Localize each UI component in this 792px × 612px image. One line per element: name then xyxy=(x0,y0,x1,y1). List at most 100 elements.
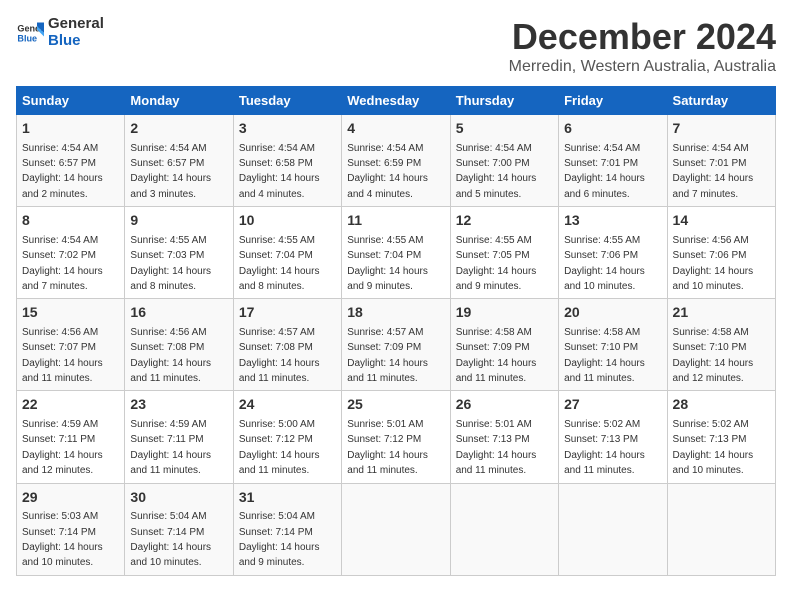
daylight-info: Daylight: 14 hours and 8 minutes. xyxy=(130,266,211,292)
sunrise-info: Sunrise: 5:01 AM xyxy=(456,419,532,430)
daylight-info: Daylight: 14 hours and 7 minutes. xyxy=(22,266,103,292)
calendar-cell: 10 Sunrise: 4:55 AM Sunset: 7:04 PM Dayl… xyxy=(233,207,341,299)
sunrise-info: Sunrise: 4:54 AM xyxy=(22,235,98,246)
sunrise-info: Sunrise: 4:56 AM xyxy=(130,327,206,338)
day-number: 5 xyxy=(456,119,553,139)
header-cell-monday: Monday xyxy=(125,87,233,115)
calendar-cell: 26 Sunrise: 5:01 AM Sunset: 7:13 PM Dayl… xyxy=(450,391,558,483)
calendar-cell: 5 Sunrise: 4:54 AM Sunset: 7:00 PM Dayli… xyxy=(450,115,558,207)
calendar-cell: 21 Sunrise: 4:58 AM Sunset: 7:10 PM Dayl… xyxy=(667,299,775,391)
header-cell-tuesday: Tuesday xyxy=(233,87,341,115)
daylight-info: Daylight: 14 hours and 11 minutes. xyxy=(456,450,537,476)
daylight-info: Daylight: 14 hours and 10 minutes. xyxy=(673,266,754,292)
sunrise-info: Sunrise: 4:55 AM xyxy=(564,235,640,246)
calendar-cell: 19 Sunrise: 4:58 AM Sunset: 7:09 PM Dayl… xyxy=(450,299,558,391)
daylight-info: Daylight: 14 hours and 6 minutes. xyxy=(564,173,645,199)
calendar-cell: 23 Sunrise: 4:59 AM Sunset: 7:11 PM Dayl… xyxy=(125,391,233,483)
month-title: December 2024 xyxy=(509,16,776,58)
day-number: 29 xyxy=(22,488,119,508)
sunrise-info: Sunrise: 4:57 AM xyxy=(347,327,423,338)
sunset-info: Sunset: 7:01 PM xyxy=(564,158,638,169)
sunset-info: Sunset: 7:04 PM xyxy=(347,250,421,261)
sunset-info: Sunset: 7:14 PM xyxy=(130,527,204,538)
sunset-info: Sunset: 7:05 PM xyxy=(456,250,530,261)
logo-icon: General Blue xyxy=(16,19,44,47)
calendar-table: SundayMondayTuesdayWednesdayThursdayFrid… xyxy=(16,86,776,576)
daylight-info: Daylight: 14 hours and 3 minutes. xyxy=(130,173,211,199)
sunset-info: Sunset: 7:09 PM xyxy=(456,342,530,353)
calendar-cell: 12 Sunrise: 4:55 AM Sunset: 7:05 PM Dayl… xyxy=(450,207,558,299)
day-number: 27 xyxy=(564,395,661,415)
day-number: 30 xyxy=(130,488,227,508)
daylight-info: Daylight: 14 hours and 9 minutes. xyxy=(347,266,428,292)
calendar-cell: 8 Sunrise: 4:54 AM Sunset: 7:02 PM Dayli… xyxy=(17,207,125,299)
day-number: 11 xyxy=(347,211,444,231)
sunrise-info: Sunrise: 4:54 AM xyxy=(564,143,640,154)
sunset-info: Sunset: 6:57 PM xyxy=(22,158,96,169)
daylight-info: Daylight: 14 hours and 11 minutes. xyxy=(456,358,537,384)
sunset-info: Sunset: 7:14 PM xyxy=(22,527,96,538)
day-number: 3 xyxy=(239,119,336,139)
sunrise-info: Sunrise: 5:03 AM xyxy=(22,511,98,522)
daylight-info: Daylight: 14 hours and 4 minutes. xyxy=(239,173,320,199)
svg-text:Blue: Blue xyxy=(17,33,37,43)
day-number: 23 xyxy=(130,395,227,415)
sunrise-info: Sunrise: 4:55 AM xyxy=(347,235,423,246)
sunset-info: Sunset: 7:10 PM xyxy=(564,342,638,353)
day-number: 28 xyxy=(673,395,770,415)
calendar-cell: 3 Sunrise: 4:54 AM Sunset: 6:58 PM Dayli… xyxy=(233,115,341,207)
header-cell-wednesday: Wednesday xyxy=(342,87,450,115)
sunrise-info: Sunrise: 5:00 AM xyxy=(239,419,315,430)
daylight-info: Daylight: 14 hours and 2 minutes. xyxy=(22,173,103,199)
calendar-cell: 11 Sunrise: 4:55 AM Sunset: 7:04 PM Dayl… xyxy=(342,207,450,299)
day-number: 12 xyxy=(456,211,553,231)
sunset-info: Sunset: 7:11 PM xyxy=(130,434,203,445)
calendar-cell xyxy=(667,483,775,575)
daylight-info: Daylight: 14 hours and 11 minutes. xyxy=(564,358,645,384)
calendar-cell: 31 Sunrise: 5:04 AM Sunset: 7:14 PM Dayl… xyxy=(233,483,341,575)
header-cell-saturday: Saturday xyxy=(667,87,775,115)
sunset-info: Sunset: 7:06 PM xyxy=(564,250,638,261)
sunset-info: Sunset: 6:59 PM xyxy=(347,158,421,169)
sunset-info: Sunset: 7:01 PM xyxy=(673,158,747,169)
sunrise-info: Sunrise: 4:56 AM xyxy=(22,327,98,338)
daylight-info: Daylight: 14 hours and 11 minutes. xyxy=(347,358,428,384)
day-number: 8 xyxy=(22,211,119,231)
daylight-info: Daylight: 14 hours and 4 minutes. xyxy=(347,173,428,199)
sunset-info: Sunset: 7:13 PM xyxy=(673,434,747,445)
daylight-info: Daylight: 14 hours and 11 minutes. xyxy=(347,450,428,476)
calendar-cell xyxy=(342,483,450,575)
day-number: 20 xyxy=(564,303,661,323)
day-number: 6 xyxy=(564,119,661,139)
calendar-cell: 13 Sunrise: 4:55 AM Sunset: 7:06 PM Dayl… xyxy=(559,207,667,299)
calendar-cell xyxy=(450,483,558,575)
sunset-info: Sunset: 7:06 PM xyxy=(673,250,747,261)
daylight-info: Daylight: 14 hours and 11 minutes. xyxy=(239,450,320,476)
daylight-info: Daylight: 14 hours and 8 minutes. xyxy=(239,266,320,292)
daylight-info: Daylight: 14 hours and 12 minutes. xyxy=(22,450,103,476)
day-number: 22 xyxy=(22,395,119,415)
daylight-info: Daylight: 14 hours and 11 minutes. xyxy=(239,358,320,384)
day-number: 18 xyxy=(347,303,444,323)
sunrise-info: Sunrise: 4:54 AM xyxy=(130,143,206,154)
day-number: 17 xyxy=(239,303,336,323)
sunset-info: Sunset: 6:58 PM xyxy=(239,158,313,169)
header-cell-friday: Friday xyxy=(559,87,667,115)
sunrise-info: Sunrise: 4:54 AM xyxy=(239,143,315,154)
day-number: 4 xyxy=(347,119,444,139)
calendar-week-3: 15 Sunrise: 4:56 AM Sunset: 7:07 PM Dayl… xyxy=(17,299,776,391)
day-number: 15 xyxy=(22,303,119,323)
calendar-cell: 6 Sunrise: 4:54 AM Sunset: 7:01 PM Dayli… xyxy=(559,115,667,207)
calendar-week-1: 1 Sunrise: 4:54 AM Sunset: 6:57 PM Dayli… xyxy=(17,115,776,207)
day-number: 14 xyxy=(673,211,770,231)
daylight-info: Daylight: 14 hours and 9 minutes. xyxy=(456,266,537,292)
calendar-cell: 17 Sunrise: 4:57 AM Sunset: 7:08 PM Dayl… xyxy=(233,299,341,391)
day-number: 9 xyxy=(130,211,227,231)
sunset-info: Sunset: 7:08 PM xyxy=(130,342,204,353)
sunset-info: Sunset: 6:57 PM xyxy=(130,158,204,169)
calendar-cell: 2 Sunrise: 4:54 AM Sunset: 6:57 PM Dayli… xyxy=(125,115,233,207)
daylight-info: Daylight: 14 hours and 10 minutes. xyxy=(130,542,211,568)
header-row: SundayMondayTuesdayWednesdayThursdayFrid… xyxy=(17,87,776,115)
calendar-cell: 22 Sunrise: 4:59 AM Sunset: 7:11 PM Dayl… xyxy=(17,391,125,483)
sunrise-info: Sunrise: 5:04 AM xyxy=(239,511,315,522)
